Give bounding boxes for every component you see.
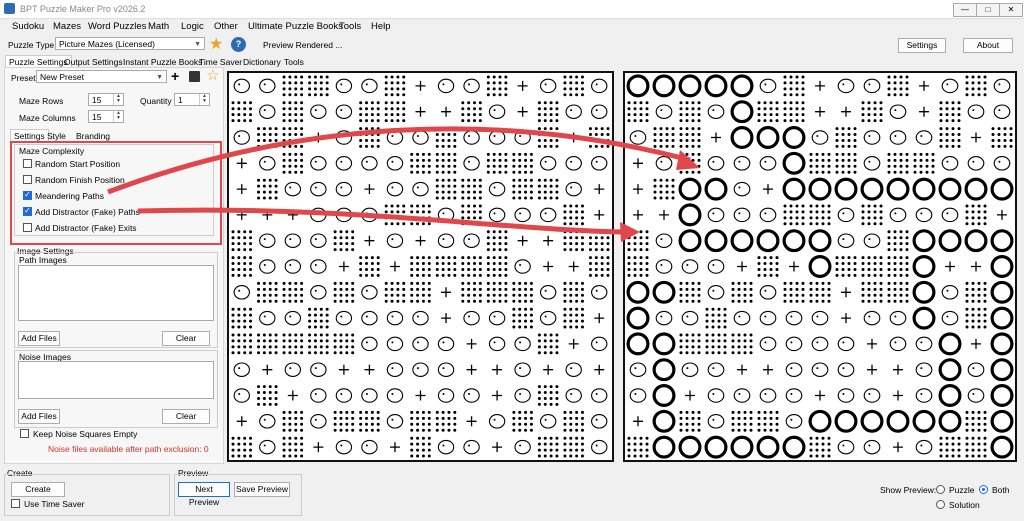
radio-puzzle[interactable] xyxy=(936,485,945,494)
create-button[interactable]: Create xyxy=(11,482,65,497)
arrow-meandering xyxy=(107,126,691,195)
time-saver-checkbox[interactable] xyxy=(11,499,20,508)
arrowhead-meandering xyxy=(676,150,700,170)
show-preview-label: Show Preview: xyxy=(880,485,937,495)
save-preview-button[interactable]: Save Preview xyxy=(234,482,290,497)
radio-puzzle-label: Puzzle xyxy=(949,485,975,495)
radio-solution[interactable] xyxy=(936,500,945,509)
arrowhead-distractor xyxy=(620,222,640,242)
annotation-arrows xyxy=(107,126,700,242)
time-saver-label: Use Time Saver xyxy=(24,499,85,509)
radio-both-label: Both xyxy=(992,485,1010,495)
next-preview-button[interactable]: Next Preview xyxy=(178,482,230,507)
radio-solution-label: Solution xyxy=(949,500,980,510)
radio-both[interactable] xyxy=(979,485,988,494)
arrow-distractor xyxy=(137,207,626,235)
